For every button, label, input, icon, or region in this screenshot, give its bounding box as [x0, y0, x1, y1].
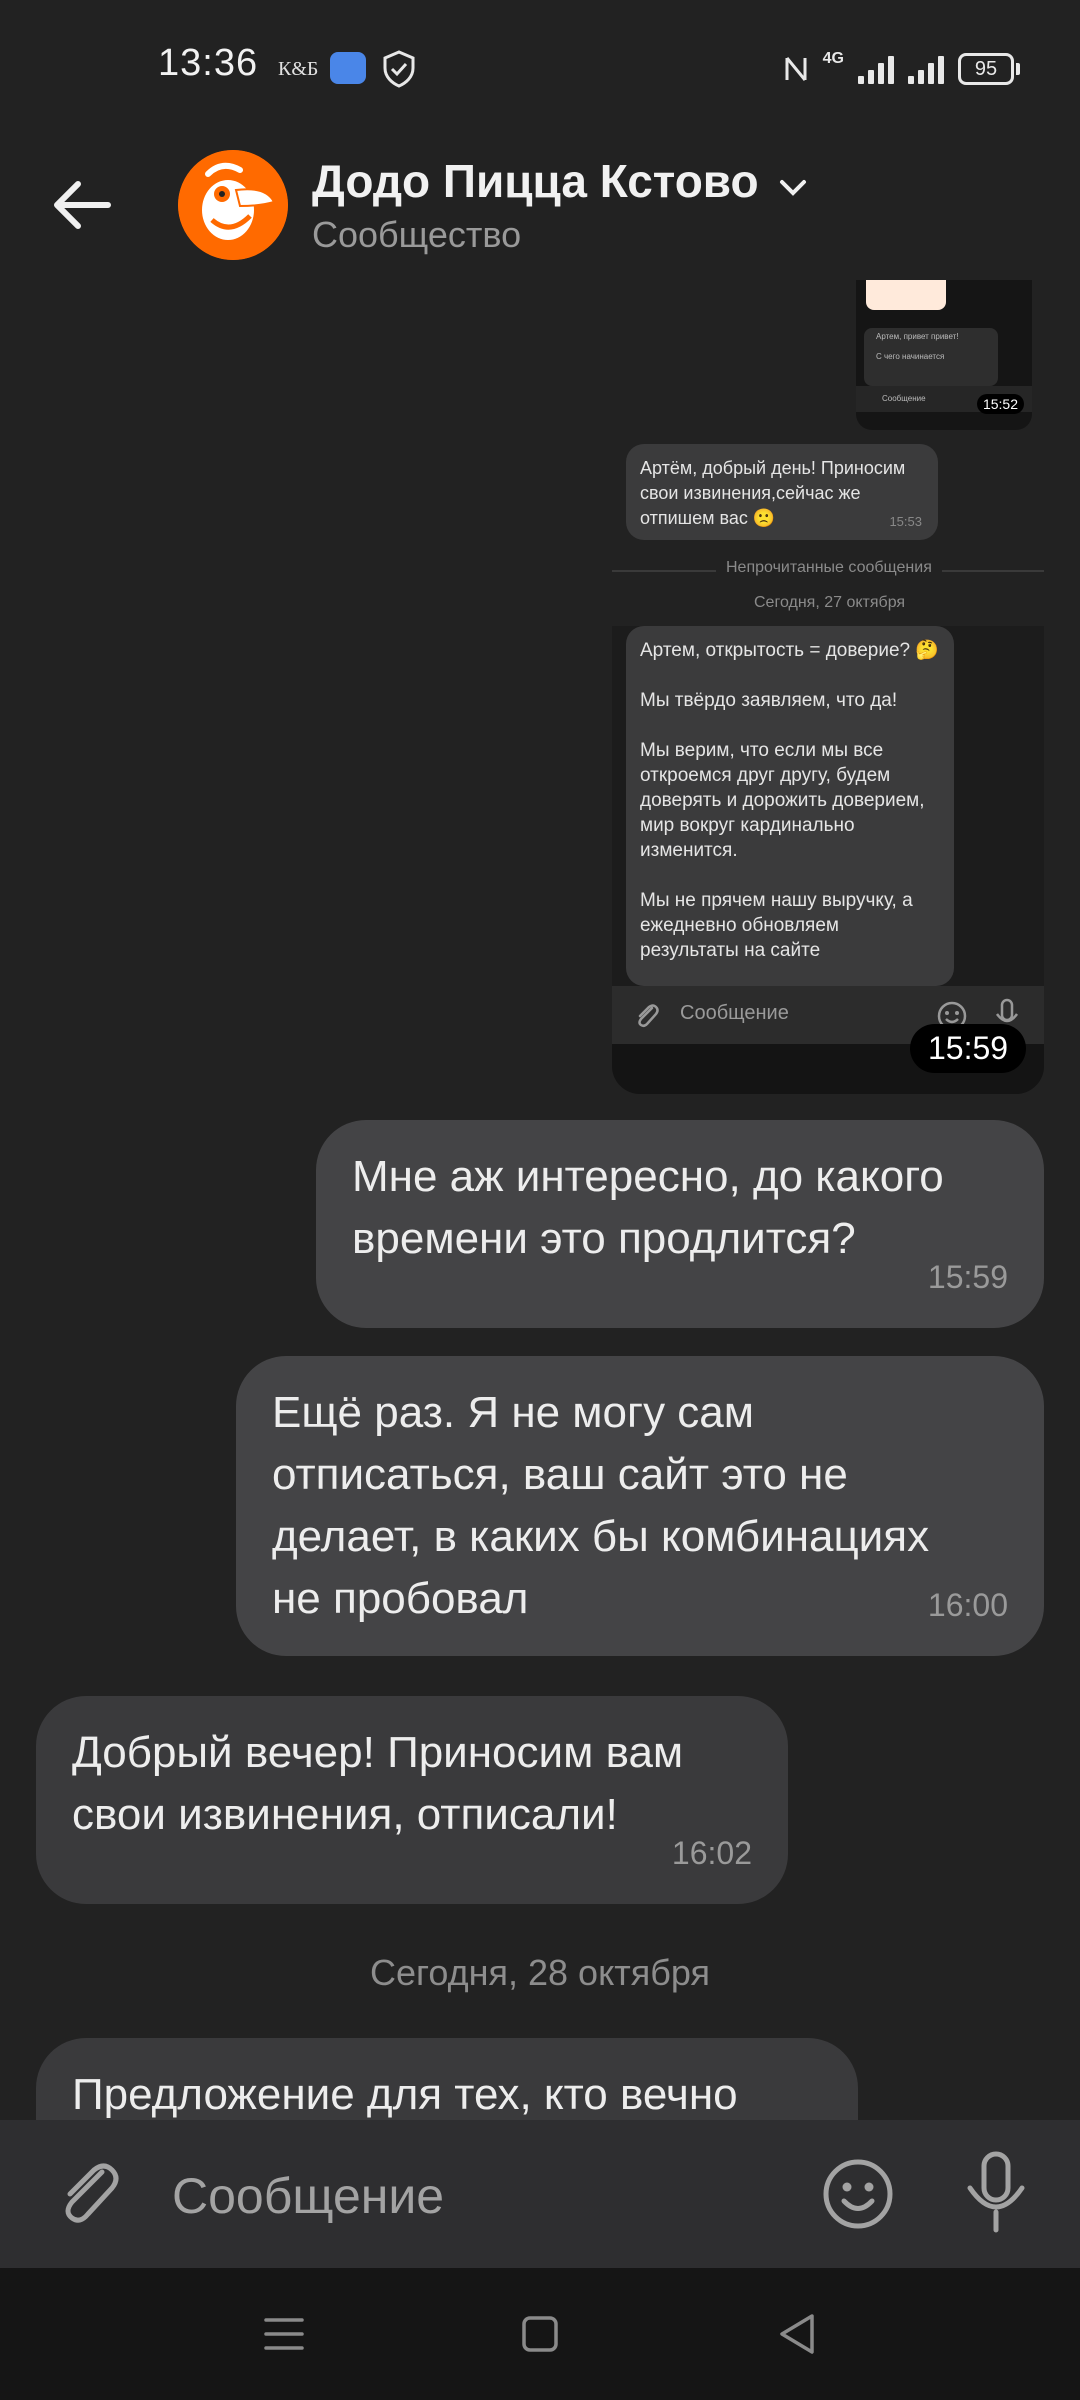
- paperclip-icon[interactable]: [50, 2156, 126, 2232]
- status-bar: 13:36 К&Б 4G 95: [0, 0, 1080, 140]
- chat-screen: 13:36 К&Б 4G 95 Додо Пицца Кстово Сообще…: [0, 0, 1080, 2400]
- message-time: 16:02: [671, 1835, 752, 1871]
- message-text: Предложение для тех, кто вечно: [72, 2070, 738, 2119]
- message-time: 15:59: [927, 1259, 1008, 1295]
- avatar[interactable]: [178, 150, 288, 260]
- message-text: Артём, добрый день! Приносим свои извине…: [640, 458, 906, 528]
- system-navbar: [0, 2268, 1080, 2400]
- screenshot-placeholder: Сообщение: [882, 394, 926, 403]
- message-bubble-out[interactable]: Ещё раз. Я не могу сам отписаться, ваш с…: [236, 1356, 1044, 1656]
- menu-icon[interactable]: [254, 2304, 314, 2364]
- unread-label: Непрочитанные сообщения: [716, 559, 942, 577]
- back-icon[interactable]: [768, 2304, 828, 2364]
- chat-header: Додо Пицца Кстово Сообщество: [0, 140, 1080, 280]
- status-time: 13:36: [158, 42, 259, 84]
- screenshot-line: С чего начинается: [876, 352, 945, 361]
- smile-icon[interactable]: [820, 2156, 896, 2232]
- signal-icon: [858, 54, 894, 84]
- message-text: Мне аж интересно, до какого времени это …: [352, 1152, 944, 1263]
- shield-icon: [383, 50, 415, 88]
- screenshot-line: Артем, привет привет!: [876, 332, 959, 341]
- back-arrow-icon[interactable]: [48, 170, 118, 240]
- screenshot-long-message: Артем, открытость = доверие? 🤔 Мы твёрдо…: [626, 626, 954, 986]
- message-text: Ещё раз. Я не могу сам отписаться, ваш с…: [272, 1388, 930, 1623]
- screenshot-bubble: Артем, привет привет! С чего начинается: [864, 328, 998, 386]
- carrier-badge: К&Б: [278, 58, 319, 80]
- nfc-icon: [785, 57, 807, 81]
- screenshot-input-placeholder: Сообщение: [680, 1002, 789, 1024]
- screenshot-image-top[interactable]: Артем, привет привет! С чего начинается …: [856, 280, 1032, 430]
- battery-icon: 95: [958, 53, 1020, 85]
- dodo-logo: [178, 150, 288, 260]
- mail-icon: [330, 52, 366, 84]
- status-indicators: 4G 95: [783, 50, 1020, 88]
- image-thumbnail: [866, 280, 946, 310]
- message-input[interactable]: [170, 2160, 774, 2232]
- screenshot-time-badge: 15:59: [910, 1024, 1027, 1073]
- screenshot-message: Артём, добрый день! Приносим свои извине…: [626, 444, 938, 540]
- page-title[interactable]: Додо Пицца Кстово: [312, 154, 759, 208]
- paperclip-icon: [638, 1004, 659, 1028]
- screenshot-time: 15:52: [976, 394, 1024, 414]
- date-separator: Сегодня, 28 октября: [370, 1952, 710, 1993]
- chevron-down-icon[interactable]: [776, 170, 810, 204]
- message-time: 16:00: [927, 1587, 1008, 1623]
- message-composer: [0, 2120, 1080, 2268]
- signal-icon-2: [908, 54, 944, 84]
- microphone-icon[interactable]: [958, 2150, 1034, 2234]
- page-subtitle: Сообщество: [312, 214, 522, 255]
- message-text: Добрый вечер! Приносим вам свои извинени…: [72, 1728, 684, 1839]
- network-type: 4G: [822, 50, 844, 67]
- date-label: Сегодня, 27 октября: [754, 594, 906, 611]
- message-time: 15:53: [889, 514, 922, 529]
- message-bubble-out[interactable]: Мне аж интересно, до какого времени это …: [316, 1120, 1044, 1328]
- home-icon[interactable]: [510, 2304, 570, 2364]
- message-bubble-in[interactable]: Добрый вечер! Приносим вам свои извинени…: [36, 1696, 788, 1904]
